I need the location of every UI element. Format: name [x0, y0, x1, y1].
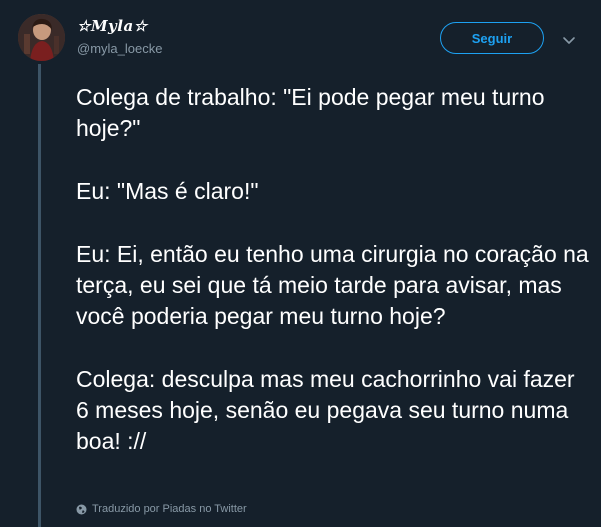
- display-name[interactable]: ☆𝑴𝒚𝒍𝒂☆: [77, 17, 148, 35]
- thread-line: [38, 64, 41, 527]
- chevron-down-icon[interactable]: [562, 33, 576, 44]
- tweet-paragraph: Colega: desculpa mas meu cachorrinho vai…: [76, 366, 575, 454]
- tweet-paragraph: Eu: Ei, então eu tenho uma cirurgia no c…: [76, 241, 589, 329]
- follow-button[interactable]: Seguir: [440, 22, 544, 54]
- tweet-paragraph: Colega de trabalho: "Ei pode pegar meu t…: [76, 84, 545, 141]
- tweet-text: Colega de trabalho: "Ei pode pegar meu t…: [76, 82, 591, 457]
- avatar[interactable]: [18, 14, 65, 61]
- tweet-card: ☆𝑴𝒚𝒍𝒂☆ @myla_loecke Seguir Colega de tra…: [0, 0, 601, 527]
- user-handle[interactable]: @myla_loecke: [77, 41, 162, 56]
- globe-icon: [76, 504, 87, 515]
- translation-note: Traduzido por Piadas no Twitter: [76, 503, 247, 515]
- tweet-paragraph: Eu: "Mas é claro!": [76, 178, 259, 204]
- translation-label: Traduzido por Piadas no Twitter: [92, 503, 247, 515]
